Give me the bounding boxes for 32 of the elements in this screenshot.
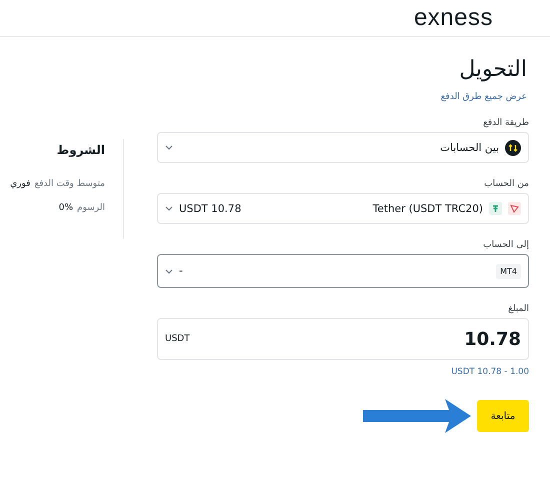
condition-label: الرسوم <box>77 203 105 213</box>
account-type-badge: MT4 <box>496 264 521 278</box>
condition-value: 0% <box>58 203 74 213</box>
tether-icon <box>489 202 502 215</box>
field-label: المبلغ <box>508 304 529 314</box>
chevron-down-icon <box>165 145 173 150</box>
condition-value: فوري <box>10 179 30 189</box>
page-title: التحويل <box>459 57 527 82</box>
currency-text: USDT <box>165 334 190 344</box>
field-label: من الحساب <box>484 179 529 189</box>
field-value: بين الحسابات <box>440 142 499 154</box>
amount-value: 10.78 <box>464 328 521 350</box>
field-label: طريقة الدفع <box>483 118 529 128</box>
chevron-down-icon <box>165 268 173 274</box>
field-value: - <box>179 265 183 277</box>
sidebar-title: الشروط <box>56 143 105 157</box>
logo-text: exness <box>414 4 493 32</box>
triangle-icon <box>508 202 521 215</box>
chevron-down-icon <box>165 206 173 211</box>
amount-field[interactable]: USDT 10.78 <box>157 318 529 360</box>
balance-text: USDT 10.78 <box>179 202 242 214</box>
continue-button[interactable]: متابعة <box>477 400 529 432</box>
field-value: Tether (USDT TRC20) <box>372 202 483 214</box>
transfer-icon <box>505 140 521 156</box>
select-field[interactable]: - MT4 <box>157 254 529 288</box>
amount-range-text: USDT 10.78 - 1.00 <box>451 367 529 377</box>
payment-methods-link[interactable]: عرض جميع طرق الدفع <box>440 92 527 102</box>
select-field[interactable]: USDT 10.78 Tether (USDT TRC20) <box>157 193 529 224</box>
field-label: إلى الحساب <box>483 240 529 250</box>
select-field[interactable]: بين الحسابات <box>157 132 529 163</box>
condition-label: متوسط وقت الدفع <box>34 179 105 189</box>
arrow-icon <box>361 397 473 435</box>
